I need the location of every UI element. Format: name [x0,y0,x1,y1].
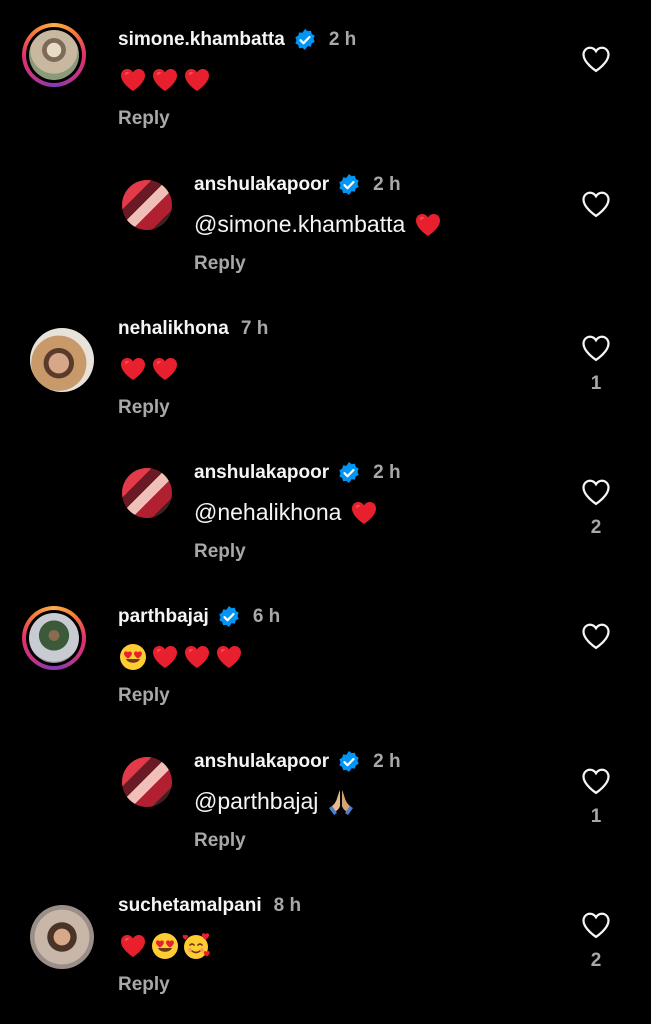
verified-badge-icon [219,606,239,627]
username[interactable]: anshulakapoor [194,751,329,773]
comment-meta: anshulakapoor 2 h [194,749,401,775]
heart-emoji-icon [121,69,145,92]
mention-link[interactable]: @simone.khambatta [194,208,405,240]
emoji-row [413,208,445,241]
emoji-row [326,785,358,818]
like-count: 2 [590,517,602,538]
smiling-face-with-hearts-emoji-icon [182,933,210,960]
heart-like-icon[interactable] [581,622,611,650]
heart-like-icon[interactable] [581,767,611,795]
comment-item: parthbajaj 6 h Reply [0,591,651,721]
avatar[interactable] [122,180,172,230]
verified-badge-icon [339,462,359,483]
heart-emoji-icon [352,502,377,525]
heart-eyes-emoji-icon [120,644,146,671]
comment-meta: anshulakapoor 2 h [194,460,401,486]
timestamp: 2 h [373,174,401,195]
username[interactable]: anshulakapoor [194,174,329,196]
emoji-row [118,640,246,673]
timestamp: 2 h [373,751,401,772]
emoji-row [118,63,214,96]
verified-badge-icon [339,751,359,772]
folded-hands-emoji-icon [329,790,354,816]
heart-emoji-icon [121,358,145,381]
timestamp: 2 h [373,462,401,483]
timestamp: 8 h [273,895,302,916]
heart-emoji-icon [416,214,441,237]
reply-button[interactable]: Reply [194,830,246,852]
comment-text [118,63,214,95]
reply-button[interactable]: Reply [118,685,170,707]
comment-text [118,640,246,672]
username[interactable]: anshulakapoor [194,462,329,484]
reply-comment-item: anshulakapoor 2 h @simone.khambatta Repl… [0,159,651,289]
username[interactable]: simone.khambatta [118,29,285,51]
mention-link[interactable]: @parthbajaj [194,785,318,817]
avatar[interactable] [22,23,86,87]
like-count: 1 [590,806,602,827]
heart-emoji-icon [121,935,145,958]
verified-badge-icon [295,29,315,50]
reply-button[interactable]: Reply [118,974,170,996]
reply-comment-item: anshulakapoor 2 h @parthbajaj Reply 1 [0,736,651,866]
heart-like-icon[interactable] [581,190,611,218]
comment-meta: simone.khambatta 2 h [118,27,356,53]
avatar[interactable] [22,606,86,670]
emoji-row [118,929,214,962]
comment-item: simone.khambatta 2 h Reply [0,14,651,144]
heart-emoji-icon [185,646,209,669]
comment-text [118,929,214,961]
avatar[interactable] [30,905,94,969]
comment-meta: anshulakapoor 2 h [194,172,401,198]
comment-meta: suchetamalpani 8 h [118,893,301,919]
heart-emoji-icon [185,69,209,92]
heart-emoji-icon [217,646,241,669]
heart-eyes-emoji-icon [152,933,178,960]
heart-emoji-icon [153,358,177,381]
timestamp: 6 h [252,606,281,627]
username[interactable]: suchetamalpani [118,895,262,917]
heart-like-icon[interactable] [581,478,611,506]
comment-meta: parthbajaj 6 h [118,604,280,630]
reply-button[interactable]: Reply [118,108,170,130]
timestamp: 2 h [328,29,357,50]
comment-text: @parthbajaj [194,785,358,817]
comment-item: nehalikhona 7 h Reply 1 [0,303,651,433]
verified-badge-icon [339,174,359,195]
timestamp: 7 h [240,318,269,339]
like-count: 2 [590,950,602,971]
comment-text: @simone.khambatta [194,208,445,240]
reply-button[interactable]: Reply [194,541,246,563]
reply-button[interactable]: Reply [194,253,246,275]
avatar[interactable] [122,468,172,518]
heart-like-icon[interactable] [581,911,611,939]
heart-emoji-icon [153,646,177,669]
heart-like-icon[interactable] [581,334,611,362]
like-count: 1 [590,373,602,394]
reply-button[interactable]: Reply [118,397,170,419]
emoji-row [118,352,182,385]
comment-meta: nehalikhona 7 h [118,316,268,342]
avatar[interactable] [122,757,172,807]
heart-like-icon[interactable] [581,45,611,73]
reply-comment-item: anshulakapoor 2 h @nehalikhona Reply 2 [0,447,651,577]
comment-text: @nehalikhona [194,496,381,528]
comment-item: suchetamalpani 8 h Reply 2 [0,880,651,1010]
username[interactable]: nehalikhona [118,318,229,340]
heart-emoji-icon [153,69,177,92]
username[interactable]: parthbajaj [118,606,209,628]
emoji-row [349,496,381,529]
comment-text [118,352,182,384]
mention-link[interactable]: @nehalikhona [194,496,341,528]
avatar[interactable] [30,328,94,392]
